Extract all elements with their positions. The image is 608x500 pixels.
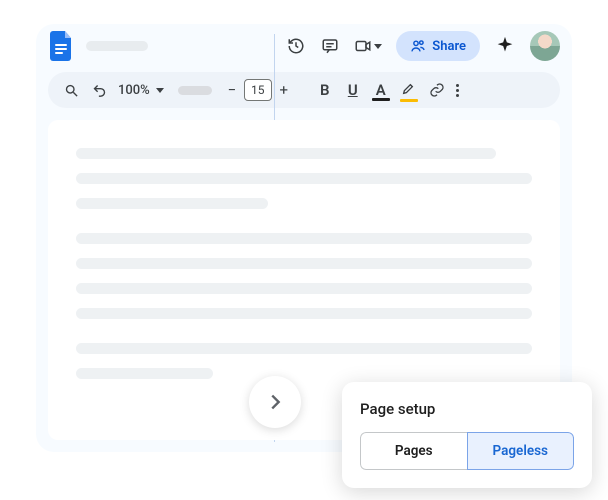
more-icon[interactable] — [456, 84, 459, 97]
page-setup-option-pageless[interactable]: Pageless — [467, 432, 575, 470]
undo-icon[interactable] — [90, 81, 108, 99]
page-setup-segmented: Pages Pageless — [360, 432, 574, 470]
underline-button[interactable]: U — [344, 81, 362, 99]
sparkle-icon[interactable] — [494, 35, 516, 57]
text-placeholder-line — [76, 368, 213, 379]
font-size-input[interactable]: 15 — [244, 79, 272, 101]
text-placeholder-line — [76, 148, 496, 159]
people-icon — [410, 38, 426, 54]
header-actions: Share — [286, 31, 560, 61]
text-color-swatch — [372, 98, 390, 101]
text-placeholder-line — [76, 258, 532, 269]
zoom-selector[interactable]: 100% — [118, 83, 164, 98]
page-setup-title: Page setup — [360, 400, 574, 418]
header-bar: Share — [36, 24, 572, 68]
text-placeholder-line — [76, 283, 532, 294]
chevron-down-icon — [374, 44, 382, 49]
comment-icon[interactable] — [320, 36, 340, 56]
text-placeholder-line — [76, 233, 532, 244]
avatar[interactable] — [530, 31, 560, 61]
page-setup-option-pages[interactable]: Pages — [360, 432, 467, 470]
text-placeholder-line — [76, 173, 532, 184]
zoom-value: 100% — [118, 83, 150, 98]
text-color-letter: A — [376, 81, 386, 99]
docs-logo-icon — [48, 28, 76, 64]
search-icon[interactable] — [62, 81, 80, 99]
chevron-down-icon — [156, 88, 164, 93]
chevron-right-icon — [264, 391, 286, 413]
font-size-increase[interactable]: + — [278, 81, 290, 99]
meet-icon[interactable] — [354, 36, 382, 56]
page-setup-popover: Page setup Pages Pageless — [342, 382, 592, 488]
style-selector-placeholder[interactable] — [178, 86, 212, 95]
document-title-placeholder[interactable] — [86, 41, 148, 51]
history-icon[interactable] — [286, 36, 306, 56]
text-color-button[interactable]: A — [372, 81, 390, 99]
expand-button[interactable] — [249, 376, 301, 428]
link-icon[interactable] — [428, 81, 446, 99]
share-button[interactable]: Share — [396, 31, 480, 61]
font-size-decrease[interactable]: − — [226, 81, 238, 99]
font-size-value: 15 — [251, 83, 265, 97]
highlighter-icon — [401, 80, 417, 96]
text-placeholder-line — [76, 308, 532, 319]
text-placeholder-line — [76, 343, 532, 354]
text-placeholder-line — [76, 198, 268, 209]
bold-button[interactable]: B — [316, 81, 334, 99]
highlight-swatch — [400, 99, 418, 102]
share-label: Share — [432, 39, 466, 54]
highlight-button[interactable] — [400, 80, 418, 100]
font-size-group: − 15 + — [226, 79, 290, 101]
toolbar: 100% − 15 + B U A — [48, 72, 560, 108]
